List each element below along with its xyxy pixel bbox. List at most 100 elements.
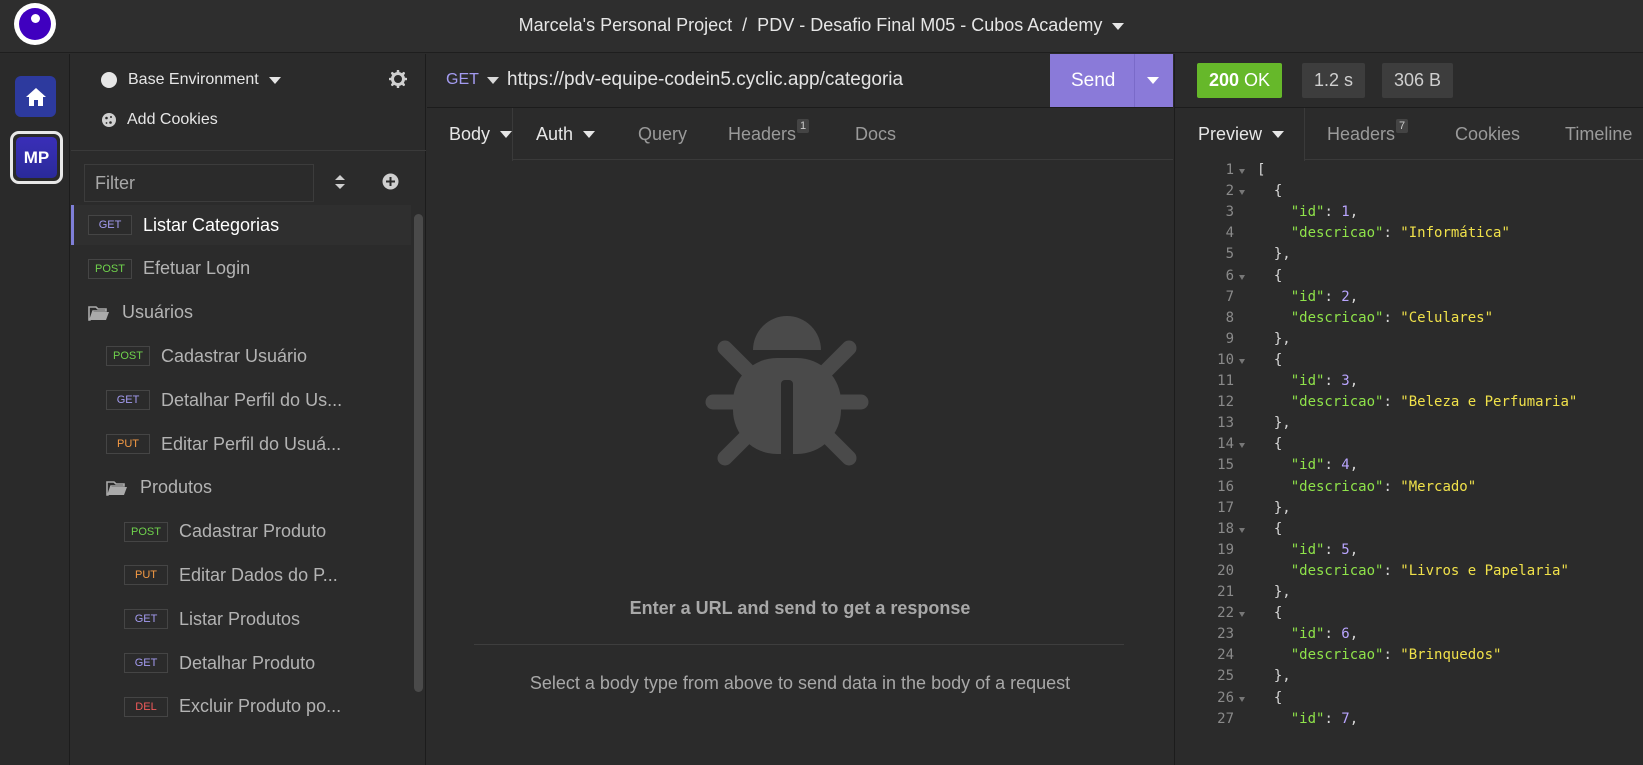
chevron-down-icon[interactable] bbox=[1147, 77, 1159, 84]
json-key: "id" bbox=[1290, 626, 1325, 643]
fold-toggle-icon[interactable] bbox=[1239, 169, 1245, 174]
json-line: 10 { bbox=[1175, 352, 1643, 374]
tab-timeline[interactable]: Timeline bbox=[1565, 108, 1632, 160]
filter-input[interactable] bbox=[84, 164, 314, 202]
add-icon[interactable] bbox=[382, 173, 399, 190]
sidebar-request[interactable]: GET Detalhar Produto bbox=[71, 643, 411, 683]
fold-toggle-icon[interactable] bbox=[1239, 274, 1245, 280]
line-number: 18 bbox=[1217, 520, 1234, 537]
json-punctuation: , bbox=[1349, 373, 1359, 389]
json-key: "descricao" bbox=[1290, 478, 1384, 495]
status-badge: 200 OK bbox=[1197, 63, 1283, 98]
json-punctuation bbox=[1257, 373, 1291, 389]
tab-cookies[interactable]: Cookies bbox=[1455, 108, 1520, 160]
method-selector[interactable]: GET bbox=[446, 71, 499, 89]
json-line: 16 "descricao": "Mercado" bbox=[1175, 479, 1643, 501]
json-punctuation bbox=[1257, 310, 1291, 326]
tab-docs[interactable]: Docs bbox=[855, 108, 896, 160]
json-preview[interactable]: 1[2 {3 "id": 1, 4 "descricao": "Informáti… bbox=[1175, 162, 1643, 765]
json-punctuation: : bbox=[1324, 457, 1342, 474]
json-code: "descricao": "Celulares" bbox=[1257, 310, 1493, 326]
sidebar-request[interactable]: POST Cadastrar Produto bbox=[71, 512, 411, 552]
method-badge: POST bbox=[88, 258, 132, 279]
json-punctuation: : bbox=[1383, 562, 1401, 579]
json-punctuation: : bbox=[1324, 204, 1342, 221]
fold-toggle-icon[interactable] bbox=[1239, 527, 1245, 533]
tab-headers[interactable]: Headers 1 bbox=[728, 108, 810, 160]
fold-toggle-icon[interactable] bbox=[1239, 696, 1245, 702]
tab-response-headers[interactable]: Headers 7 bbox=[1327, 108, 1409, 160]
sidebar-request[interactable]: POST Cadastrar Usuário bbox=[71, 336, 411, 376]
sidebar-request[interactable]: DEL Excluir Produto po... bbox=[71, 687, 411, 727]
json-line: 18 { bbox=[1175, 521, 1643, 543]
json-line: 3 "id": 1, bbox=[1175, 204, 1643, 226]
line-number: 3 bbox=[1225, 204, 1234, 221]
sidebar-request[interactable]: GET Detalhar Perfil do Us... bbox=[71, 380, 411, 420]
request-label: Cadastrar Produto bbox=[179, 521, 327, 542]
sidebar-request[interactable]: PUT Editar Dados do P... bbox=[71, 555, 411, 595]
json-punctuation: : bbox=[1383, 478, 1401, 495]
json-code: "descricao": "Mercado" bbox=[1257, 479, 1476, 495]
send-button[interactable]: Send bbox=[1050, 54, 1173, 107]
fold-toggle-icon[interactable] bbox=[1239, 443, 1245, 449]
json-code: { bbox=[1257, 690, 1282, 706]
add-cookies-button[interactable]: Add Cookies bbox=[101, 111, 218, 129]
sidebar-request[interactable]: PUT Editar Perfil do Usuá... bbox=[71, 424, 411, 464]
fold-toggle-icon[interactable] bbox=[1239, 358, 1245, 364]
send-divider bbox=[1134, 54, 1135, 107]
sidebar-request[interactable]: GET Listar Produtos bbox=[71, 599, 411, 639]
sidebar-scrollbar[interactable] bbox=[414, 214, 423, 692]
project-breadcrumb[interactable]: Marcela's Personal Project / PDV - Desaf… bbox=[0, 15, 1643, 36]
gear-icon[interactable] bbox=[389, 70, 407, 88]
json-code: { bbox=[1257, 436, 1282, 452]
line-number: 9 bbox=[1225, 330, 1234, 347]
sidebar-request[interactable]: GET Listar Categorias bbox=[71, 205, 411, 245]
line-number: 27 bbox=[1217, 710, 1234, 727]
json-line: 15 "id": 4, bbox=[1175, 457, 1643, 479]
method-badge: GET bbox=[124, 609, 168, 630]
empty-state-title: Enter a URL and send to get a response bbox=[629, 598, 971, 618]
workspace-button[interactable]: MP bbox=[10, 131, 63, 184]
json-line: 22 { bbox=[1175, 605, 1643, 627]
tab-preview-label: Preview bbox=[1198, 124, 1263, 144]
fold-toggle-icon[interactable] bbox=[1239, 190, 1245, 196]
json-punctuation: { bbox=[1257, 689, 1283, 706]
sidebar-folder[interactable]: Usuários bbox=[71, 293, 411, 333]
fold-toggle-icon[interactable] bbox=[1239, 612, 1245, 618]
tab-preview[interactable]: Preview bbox=[1175, 108, 1305, 161]
line-number: 7 bbox=[1225, 288, 1234, 305]
json-line: 4 "descricao": "Informática" bbox=[1175, 225, 1643, 247]
json-punctuation: { bbox=[1257, 351, 1283, 368]
request-label: Editar Perfil do Usuá... bbox=[161, 433, 342, 454]
line-number: 21 bbox=[1217, 584, 1234, 600]
sort-icon[interactable] bbox=[334, 174, 346, 190]
json-number: 6 bbox=[1341, 626, 1350, 643]
tab-response-headers-label: Headers bbox=[1327, 123, 1396, 144]
json-line: 5 }, bbox=[1175, 246, 1643, 268]
url-input[interactable]: https://pdv-equipe-codein5.cyclic.app/ca… bbox=[507, 69, 903, 91]
json-number: 3 bbox=[1341, 373, 1350, 389]
json-line: 20 "descricao": "Livros e Papelaria" bbox=[1175, 563, 1643, 585]
json-punctuation: }, bbox=[1257, 584, 1291, 600]
method-badge: DEL bbox=[124, 696, 168, 717]
request-label: Listar Categorias bbox=[143, 214, 280, 235]
json-code: }, bbox=[1257, 246, 1291, 262]
sidebar-folder[interactable]: Produtos bbox=[71, 468, 411, 508]
sidebar-request[interactable]: POST Efetuar Login bbox=[71, 249, 411, 289]
tab-body[interactable]: Body bbox=[427, 108, 513, 161]
tab-query[interactable]: Query bbox=[638, 108, 687, 160]
environment-selector[interactable]: Base Environment bbox=[101, 71, 281, 89]
tab-query-label: Query bbox=[638, 123, 688, 144]
json-code: { bbox=[1257, 352, 1282, 368]
json-punctuation bbox=[1257, 479, 1291, 495]
line-number: 19 bbox=[1217, 541, 1234, 558]
tab-auth[interactable]: Auth bbox=[536, 108, 596, 160]
home-button[interactable] bbox=[15, 76, 56, 117]
json-code: { bbox=[1257, 268, 1282, 284]
json-punctuation: , bbox=[1349, 626, 1359, 643]
json-punctuation: : bbox=[1324, 626, 1342, 643]
tab-docs-label: Docs bbox=[855, 123, 897, 144]
json-string: "Brinquedos" bbox=[1400, 647, 1502, 664]
tab-auth-label: Auth bbox=[536, 123, 574, 144]
json-punctuation bbox=[1257, 289, 1291, 305]
